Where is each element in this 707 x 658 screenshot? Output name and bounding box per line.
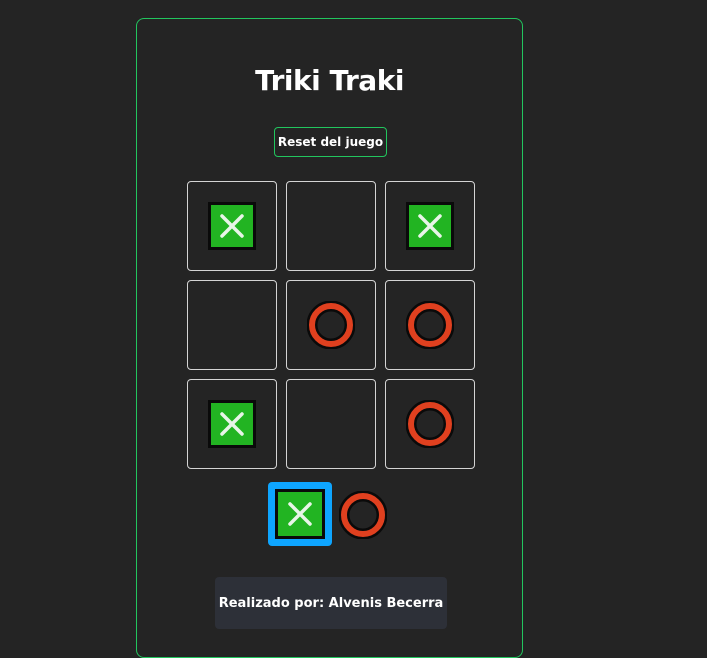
- credits-footer: Realizado por: Alvenis Becerra: [215, 577, 447, 629]
- board-cell-7[interactable]: [187, 379, 277, 469]
- turn-indicator-o: [338, 490, 388, 540]
- game-title: Triki Traki: [255, 64, 404, 97]
- x-mark-icon: [406, 202, 454, 250]
- board-cell-1[interactable]: [187, 181, 277, 271]
- x-mark-icon: [208, 202, 256, 250]
- board-cell-5[interactable]: [286, 280, 376, 370]
- reset-game-button[interactable]: Reset del juego: [274, 127, 387, 157]
- turn-indicator-x: [268, 482, 332, 546]
- board-cell-2[interactable]: [286, 181, 376, 271]
- board-cell-8[interactable]: [286, 379, 376, 469]
- o-mark-icon: [406, 301, 454, 349]
- x-mark-icon: [208, 400, 256, 448]
- o-mark-icon: [338, 490, 388, 540]
- game-panel: Triki Traki Reset del juego Realizado po…: [136, 18, 523, 658]
- credits-text: Realizado por: Alvenis Becerra: [218, 595, 444, 611]
- o-mark-icon: [406, 400, 454, 448]
- x-mark-icon: [275, 489, 325, 539]
- board-cell-6[interactable]: [385, 280, 475, 370]
- o-mark-icon: [307, 301, 355, 349]
- board-cell-4[interactable]: [187, 280, 277, 370]
- board-cell-3[interactable]: [385, 181, 475, 271]
- board-cell-9[interactable]: [385, 379, 475, 469]
